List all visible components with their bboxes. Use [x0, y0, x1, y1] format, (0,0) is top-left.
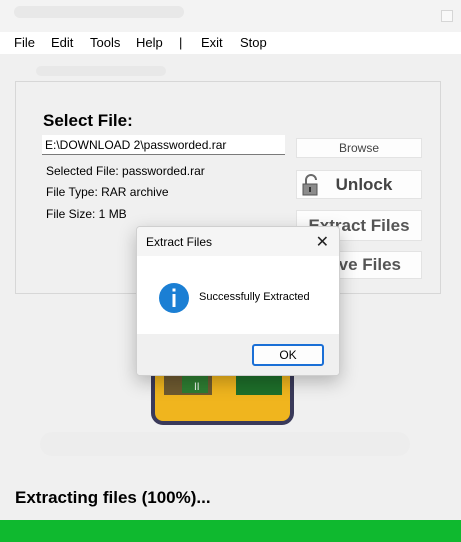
- menu-help[interactable]: Help: [136, 35, 163, 50]
- select-file-heading: Select File:: [43, 111, 133, 130]
- dialog-title-bar: Extract Files ✕: [137, 227, 339, 256]
- faded-background-bar: [40, 432, 410, 456]
- menu-bar: File Edit Tools Help | Exit Stop: [0, 32, 461, 54]
- dialog-body: Successfully Extracted: [137, 256, 339, 334]
- dialog-message: Successfully Extracted: [199, 291, 310, 303]
- ok-button[interactable]: OK: [252, 344, 324, 366]
- menu-file[interactable]: File: [14, 35, 35, 50]
- title-bar: [0, 0, 461, 32]
- progress-bar: [0, 520, 461, 542]
- menu-separator: |: [179, 35, 183, 50]
- close-icon[interactable]: ✕: [316, 232, 329, 252]
- unlock-icon: [302, 174, 318, 196]
- menu-tools[interactable]: Tools: [90, 35, 120, 50]
- menu-stop[interactable]: Stop: [240, 35, 267, 50]
- info-icon: [159, 283, 189, 313]
- browse-button[interactable]: Browse: [296, 138, 422, 158]
- progress-fill: [0, 520, 461, 542]
- faded-header-text: [36, 66, 166, 76]
- unlock-label: Unlock: [335, 174, 393, 194]
- svg-text:ll: ll: [194, 382, 200, 393]
- menu-exit[interactable]: Exit: [201, 35, 223, 50]
- dialog-footer: OK: [137, 334, 339, 375]
- extract-files-dialog: Extract Files ✕ Successfully Extracted O…: [136, 226, 340, 376]
- window-title: [14, 6, 184, 18]
- file-path-input[interactable]: [42, 135, 285, 155]
- file-size-label: File Size: 1 MB: [46, 207, 127, 221]
- menu-edit[interactable]: Edit: [51, 35, 73, 50]
- extract-status-text: Extracting files (100%)...: [15, 488, 211, 507]
- selected-file-label: Selected File: passworded.rar: [46, 164, 205, 178]
- unlock-button[interactable]: Unlock: [296, 170, 422, 199]
- file-type-label: File Type: RAR archive: [46, 185, 169, 199]
- window-control-icon[interactable]: [441, 10, 453, 22]
- dialog-title: Extract Files: [146, 235, 213, 249]
